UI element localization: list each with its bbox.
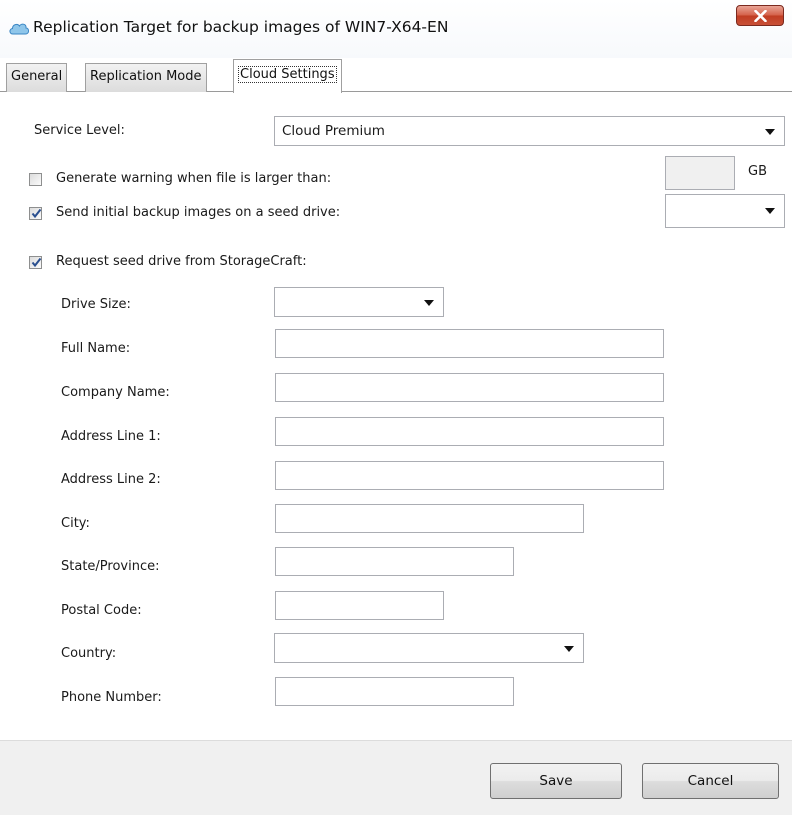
file-size-limit-input[interactable] bbox=[665, 156, 735, 190]
checkmark-icon bbox=[31, 208, 42, 219]
address-line-2-label: Address Line 2: bbox=[61, 472, 161, 487]
chevron-down-icon bbox=[564, 646, 574, 652]
checkmark-icon bbox=[31, 257, 42, 268]
country-select[interactable] bbox=[274, 633, 584, 663]
chevron-down-icon bbox=[765, 208, 775, 214]
state-province-input[interactable] bbox=[275, 547, 514, 576]
postal-code-label: Postal Code: bbox=[61, 603, 142, 618]
save-button[interactable]: Save bbox=[490, 763, 622, 799]
postal-code-input[interactable] bbox=[275, 591, 444, 620]
title-bar: Replication Target for backup images of … bbox=[0, 0, 792, 58]
service-level-label: Service Level: bbox=[34, 123, 125, 138]
city-input[interactable] bbox=[275, 504, 584, 533]
service-level-select[interactable]: Cloud Premium bbox=[274, 116, 785, 146]
state-province-label: State/Province: bbox=[61, 559, 160, 574]
seed-drive-select[interactable] bbox=[665, 194, 785, 228]
country-label: Country: bbox=[61, 646, 117, 661]
seed-drive-label: Send initial backup images on a seed dri… bbox=[56, 205, 341, 220]
drive-size-label: Drive Size: bbox=[61, 297, 131, 312]
cloud-icon bbox=[9, 23, 30, 35]
tab-cloud-settings[interactable]: Cloud Settings bbox=[233, 59, 342, 93]
tab-general-label: General bbox=[11, 69, 63, 84]
cancel-button[interactable]: Cancel bbox=[642, 763, 779, 799]
close-button[interactable] bbox=[736, 5, 784, 26]
request-seed-checkbox[interactable] bbox=[29, 256, 42, 269]
tab-replication-mode[interactable]: Replication Mode bbox=[85, 63, 207, 92]
tab-replication-mode-label: Replication Mode bbox=[90, 69, 202, 84]
full-name-input[interactable] bbox=[275, 329, 664, 358]
address-line-1-input[interactable] bbox=[275, 417, 664, 446]
chevron-down-icon bbox=[424, 300, 434, 306]
tab-general[interactable]: General bbox=[6, 63, 68, 92]
request-seed-label: Request seed drive from StorageCraft: bbox=[56, 254, 307, 269]
warn-large-file-checkbox[interactable] bbox=[29, 173, 42, 186]
warn-large-file-label: Generate warning when file is larger tha… bbox=[56, 171, 332, 186]
gb-unit-label: GB bbox=[748, 164, 767, 179]
address-line-1-label: Address Line 1: bbox=[61, 429, 161, 444]
close-icon bbox=[754, 10, 767, 22]
service-level-value: Cloud Premium bbox=[282, 123, 385, 139]
seed-drive-checkbox[interactable] bbox=[29, 207, 42, 220]
company-name-input[interactable] bbox=[275, 373, 664, 402]
city-label: City: bbox=[61, 516, 90, 531]
window-title: Replication Target for backup images of … bbox=[33, 18, 449, 36]
drive-size-select[interactable] bbox=[274, 287, 444, 317]
phone-number-label: Phone Number: bbox=[61, 690, 162, 705]
company-name-label: Company Name: bbox=[61, 385, 170, 400]
address-line-2-input[interactable] bbox=[275, 461, 664, 490]
chevron-down-icon bbox=[765, 129, 775, 135]
phone-number-input[interactable] bbox=[275, 677, 514, 706]
tab-cloud-settings-label: Cloud Settings bbox=[238, 66, 337, 83]
full-name-label: Full Name: bbox=[61, 341, 131, 356]
